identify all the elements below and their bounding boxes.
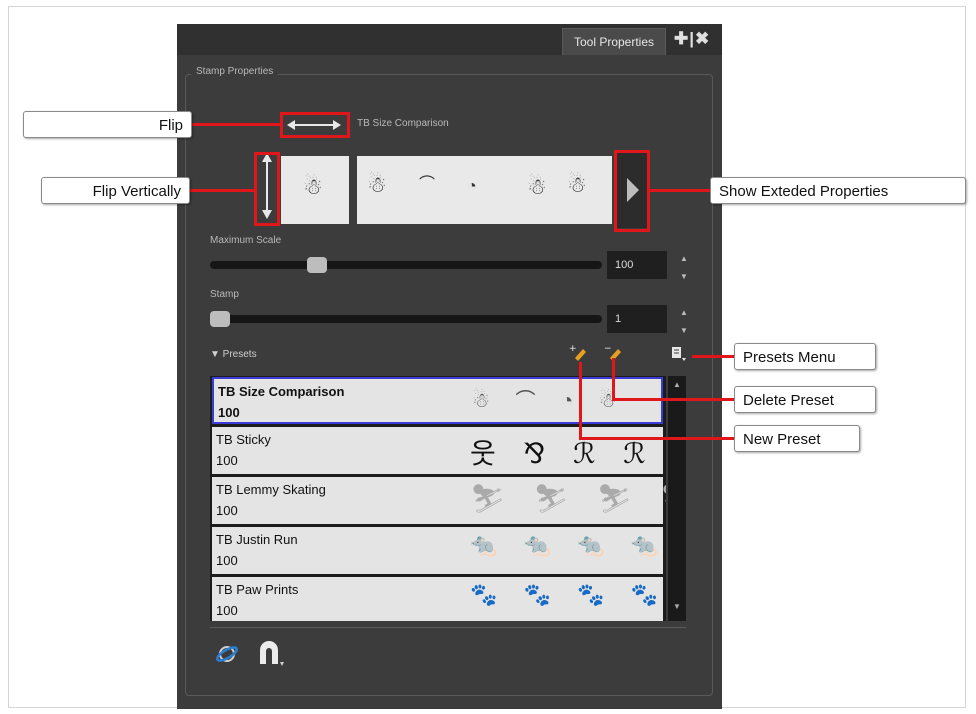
pencil-plus-icon: + [569, 344, 586, 361]
magnet-icon [260, 641, 284, 666]
show-extended-connector [650, 189, 710, 192]
maximum-scale-handle[interactable] [306, 257, 327, 273]
stamp-handle[interactable] [210, 311, 230, 327]
callout-flip-vertically: Flip Vertically [41, 177, 190, 204]
orbit-button[interactable] [215, 642, 239, 666]
preset-name: TB Sticky [216, 432, 271, 447]
preset-strokes: ⛷ ⛷ ⛷ ⛷ [470, 483, 666, 514]
stamp-name-label: TB Size Comparison [357, 118, 449, 129]
preset-name: TB Size Comparison [218, 384, 345, 399]
menu-doc-icon [672, 347, 686, 361]
character-figure-icon: ☃ [367, 172, 387, 197]
callout-show-extended-properties: Show Exteded Properties [710, 177, 966, 204]
preset-size: 100 [216, 553, 238, 568]
flip-vertical-connector [190, 189, 254, 192]
callout-new-preset: New Preset [734, 425, 860, 452]
orbit-icon [216, 646, 238, 662]
scroll-up-icon[interactable]: ▲ [672, 380, 682, 394]
flip-highlight [280, 112, 350, 138]
preset-name: TB Justin Run [216, 532, 298, 547]
tab-add-close-icon[interactable]: ✚|✖ [674, 29, 710, 49]
list-item[interactable]: TB Paw Prints 100 🐾 🐾 🐾 🐾 [212, 577, 663, 621]
callout-flip: Flip [23, 111, 192, 138]
new-preset-connector-v [579, 362, 582, 440]
presets-menu-button[interactable] [671, 346, 687, 362]
preset-size: 100 [216, 503, 238, 518]
tab-bar: Tool Properties ✚|✖ [177, 24, 722, 55]
scroll-down-icon[interactable]: ▼ [672, 602, 682, 616]
preset-strokes: ☃ ⌒ ◔ ☃ [472, 390, 627, 412]
stamp-field[interactable]: 1 [607, 305, 667, 333]
preset-size: 100 [216, 603, 238, 618]
new-preset-button[interactable]: + [569, 344, 587, 362]
presets-toggle[interactable]: ▼ Presets [210, 349, 257, 360]
character-figure-icon: ☃ [303, 174, 323, 199]
flip-connector [192, 123, 280, 126]
stamp-stepper[interactable]: ▲ ▼ [680, 308, 688, 335]
list-item[interactable]: TB Justin Run 100 🐀 🐀 🐀 🐀 [212, 527, 663, 574]
svg-text:−: − [604, 344, 612, 354]
delete-preset-connector-v [612, 358, 615, 400]
callout-presets-menu: Presets Menu [734, 343, 876, 370]
new-preset-connector-h [579, 437, 734, 440]
character-figure-icon: ☃ [567, 172, 587, 197]
preset-size: 100 [216, 453, 238, 468]
preset-size: 100 [218, 405, 240, 420]
tab-tool-properties[interactable]: Tool Properties [562, 28, 666, 55]
stamp-properties-label: Stamp Properties [191, 66, 279, 77]
maximum-scale-field[interactable]: 100 [607, 251, 667, 279]
preset-strokes: 🐾 🐾 🐾 🐾 [470, 582, 666, 607]
show-extended-highlight [614, 150, 650, 232]
character-figure-icon: ☃ [527, 174, 547, 199]
presets-list: TB Size Comparison 100 ☃ ⌒ ◔ ☃ TB Sticky… [210, 376, 666, 621]
callout-delete-preset: Delete Preset [734, 386, 876, 413]
stamp-preview-single: ☃ [281, 156, 349, 224]
tool-properties-panel: Tool Properties ✚|✖ Stamp Properties TB … [177, 24, 722, 709]
svg-text:+: + [569, 344, 577, 354]
stamp-preview-strip: ☃ ⌒ ◔ ☃ ☃ [357, 156, 612, 224]
divider [210, 627, 686, 628]
presets-menu-connector [692, 355, 734, 358]
magnet-button[interactable] [255, 638, 285, 668]
stamp-label: Stamp [210, 289, 239, 300]
delete-preset-connector-h [612, 398, 734, 401]
preset-name: TB Paw Prints [216, 582, 299, 597]
character-figure-icon: ⌒ [419, 176, 436, 193]
maximum-scale-label: Maximum Scale [210, 235, 282, 246]
list-item[interactable]: TB Lemmy Skating 100 ⛷ ⛷ ⛷ ⛷ [212, 477, 666, 524]
flip-vertical-highlight [254, 152, 280, 226]
list-item[interactable]: TB Sticky 100 웃 ⅋ ℛ ℛ [212, 427, 663, 474]
list-item[interactable]: TB Size Comparison 100 ☃ ⌒ ◔ ☃ [212, 377, 663, 424]
maximum-scale-stepper[interactable]: ▲ ▼ [680, 254, 688, 281]
preset-strokes: 🐀 🐀 🐀 🐀 [470, 532, 666, 557]
stamp-slider[interactable] [210, 315, 602, 323]
presets-scrollbar[interactable]: ▲ ▼ [668, 376, 686, 621]
maximum-scale-slider[interactable] [210, 261, 602, 269]
character-figure-icon: ◔ [467, 178, 477, 195]
preset-name: TB Lemmy Skating [216, 482, 326, 497]
